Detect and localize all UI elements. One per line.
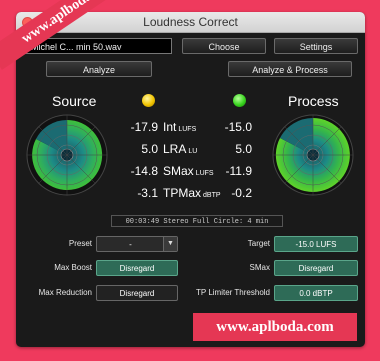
source-status-led xyxy=(142,94,155,107)
max-boost-label: Max Boost xyxy=(54,263,92,272)
source-lra-value: 5.0 xyxy=(141,142,158,156)
short-term-max-row: -14.8 SMax LUFS -11.9 xyxy=(16,163,365,180)
status-readout: 00:03:49 Stereo Full Circle: 4 min xyxy=(111,215,283,227)
choose-button[interactable]: Choose xyxy=(182,38,266,54)
analyze-button[interactable]: Analyze xyxy=(46,61,152,77)
process-smax-value: -11.9 xyxy=(225,164,252,178)
smax-label: SMax LUFS xyxy=(163,164,214,178)
max-reduction-button[interactable]: Disregard xyxy=(96,285,178,301)
source-heading: Source xyxy=(52,93,97,109)
preset-dropdown[interactable]: - ▼ xyxy=(96,236,178,252)
analyze-process-button[interactable]: Analyze & Process xyxy=(228,61,352,77)
smax-param-label: SMax xyxy=(249,263,270,272)
max-reduction-label: Max Reduction xyxy=(38,288,92,297)
process-tpmax-value: -0.2 xyxy=(231,186,252,200)
target-button[interactable]: -15.0 LUFS xyxy=(274,236,358,252)
file-name-field: Michel C... min 50.wav xyxy=(24,38,172,54)
source-smax-value: -14.8 xyxy=(130,164,158,178)
tpmax-label: TPMax dBTP xyxy=(163,186,221,200)
process-int-value: -15.0 xyxy=(224,120,252,134)
lra-label: LRA LU xyxy=(163,142,198,156)
preset-label: Preset xyxy=(68,239,92,248)
true-peak-max-row: -3.1 TPMax dBTP -0.2 xyxy=(16,185,365,202)
integrated-loudness-row: -17.9 Int LUFS -15.0 xyxy=(16,119,365,136)
max-boost-button[interactable]: Disregard xyxy=(96,260,178,276)
int-label: Int LUFS xyxy=(163,120,197,134)
chevron-down-icon: ▼ xyxy=(163,237,177,251)
process-status-led xyxy=(233,94,246,107)
source-int-value: -17.9 xyxy=(130,120,158,134)
target-label: Target xyxy=(247,239,270,248)
settings-button[interactable]: Settings xyxy=(274,38,358,54)
smax-button[interactable]: Disregard xyxy=(274,260,358,276)
watermark-bottom: www.aplboda.com xyxy=(193,313,357,341)
tp-limiter-threshold-label: TP Limiter Threshold xyxy=(196,288,270,297)
tp-limiter-threshold-button[interactable]: 0.0 dBTP xyxy=(274,285,358,301)
loudness-range-row: 5.0 LRA LU 5.0 xyxy=(16,141,365,158)
app-window: Loudness Correct Michel C... min 50.wav … xyxy=(16,12,365,347)
source-tpmax-value: -3.1 xyxy=(137,186,158,200)
process-lra-value: 5.0 xyxy=(235,142,252,156)
process-heading: Process xyxy=(288,93,339,109)
